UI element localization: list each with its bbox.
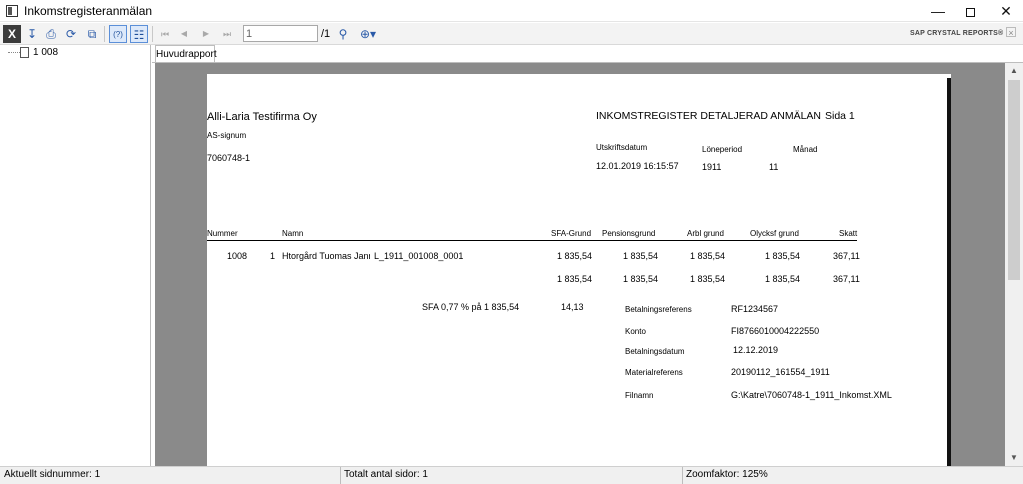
tree-connector xyxy=(8,52,20,53)
org-number: 7060748-1 xyxy=(207,153,251,163)
total-pages-status: Totalt antal sidor: 1 xyxy=(344,469,428,480)
export-icon[interactable]: ↧ xyxy=(23,25,41,43)
period-value: 1911 xyxy=(702,162,722,172)
header-rule xyxy=(207,240,857,241)
zoom-icon[interactable]: ⊕▾ xyxy=(356,25,380,43)
row-pensionsgrund: 1 835,54 xyxy=(623,251,659,261)
column-header: Nummer xyxy=(207,229,238,238)
as-signum-label: AS-signum xyxy=(207,131,247,140)
brand-label: SAP CRYSTAL REPORTS® xyxy=(910,30,1004,37)
column-header: Arbl grund xyxy=(687,229,724,238)
report-title: INKOMSTREGISTER DETALJERAD ANMÄLAN xyxy=(596,110,822,122)
app-icon xyxy=(6,5,18,17)
group-tree-toggle-icon[interactable]: ☷ xyxy=(130,25,148,43)
report-viewer[interactable]: Alli-Laria Testifirma Oy AS-signum 70607… xyxy=(155,63,1005,466)
print-icon[interactable]: ⎙ xyxy=(42,25,60,43)
tab-main-report[interactable]: Huvudrapport xyxy=(155,45,217,63)
page-number-label: Sida 1 xyxy=(825,110,855,122)
column-header: Olycksf grund xyxy=(750,229,799,238)
total-sfa-grund: 1 835,54 xyxy=(557,274,593,284)
row-skatt: 367,11 xyxy=(833,251,860,261)
sfa-note: SFA 0,77 % på 1 835,54 xyxy=(422,302,520,312)
status-divider xyxy=(682,467,683,484)
column-header: Namn xyxy=(282,229,304,238)
find-icon[interactable]: ⚲ xyxy=(334,25,352,43)
payment-ref-label: Betalningsreferens xyxy=(625,305,692,314)
payment-date-value: 12.12.2019 xyxy=(733,345,779,355)
row-number: 1008 xyxy=(227,251,248,261)
refresh-icon[interactable]: ⟳ xyxy=(62,25,80,43)
row-name: Htorgård Tuomas Janne xyxy=(282,251,370,261)
print-date-value: 12.01.2019 16:15:57 xyxy=(596,161,679,171)
page-number-input[interactable] xyxy=(243,25,318,42)
report-page xyxy=(207,78,951,466)
title-bar: Inkomstregisteranmälan — ✕ xyxy=(0,0,1023,22)
period-label: Löneperiod xyxy=(702,145,743,154)
copy-icon[interactable]: ⧉ xyxy=(83,25,101,43)
material-ref-label: Materialreferens xyxy=(625,368,683,377)
zoom-status: Zoomfaktor: 125% xyxy=(686,469,768,480)
scroll-thumb[interactable] xyxy=(1008,80,1020,280)
filename-value: G:\Katre\7060748-1_1911_Inkomst.XML xyxy=(731,390,892,400)
total-skatt: 367,11 xyxy=(833,274,860,284)
filename-label: Filnamn xyxy=(625,391,654,400)
minimize-button[interactable]: — xyxy=(921,0,955,22)
maximize-icon xyxy=(965,7,975,17)
maximize-button[interactable] xyxy=(953,0,987,22)
account-label: Konto xyxy=(625,327,646,336)
toolbar-separator xyxy=(152,26,153,42)
column-header: Pensionsgrund xyxy=(602,229,656,238)
column-header: Skatt xyxy=(839,229,858,238)
total-olycksf-grund: 1 835,54 xyxy=(765,274,801,284)
help-icon[interactable]: (?) xyxy=(109,25,127,43)
last-page-icon[interactable]: ⏭ xyxy=(218,25,236,43)
scroll-up-icon[interactable]: ▲ xyxy=(1005,63,1023,79)
total-arbl-grund: 1 835,54 xyxy=(690,274,726,284)
close-view-button[interactable]: X xyxy=(3,25,21,43)
next-page-icon[interactable]: ▶ xyxy=(197,25,215,43)
column-header: SFA-Grund xyxy=(551,229,592,238)
current-page-status: Aktuellt sidnummer: 1 xyxy=(4,469,101,480)
total-pensionsgrund: 1 835,54 xyxy=(623,274,659,284)
row-seq: 1 xyxy=(270,251,276,261)
print-date-label: Utskriftsdatum xyxy=(596,143,648,152)
tree-item-1008[interactable]: 1 008 xyxy=(33,47,58,58)
previous-page-icon[interactable]: ◀ xyxy=(175,25,193,43)
row-sfa-grund: 1 835,54 xyxy=(557,251,593,261)
scroll-down-icon[interactable]: ▼ xyxy=(1005,450,1023,466)
close-window-button[interactable]: ✕ xyxy=(989,0,1023,22)
month-label: Månad xyxy=(793,145,818,154)
row-reference: L_1911_001008_0001 xyxy=(374,251,464,261)
group-tree-panel: 1 008 xyxy=(0,45,151,466)
document-icon xyxy=(20,47,29,58)
payment-date-label: Betalningsdatum xyxy=(625,347,685,356)
company-name: Alli-Laria Testifirma Oy xyxy=(207,111,317,123)
vertical-scrollbar[interactable]: ▲ ▼ xyxy=(1005,63,1023,466)
material-ref-value: 20190112_161554_1911 xyxy=(731,367,830,377)
status-divider xyxy=(340,467,341,484)
first-page-icon[interactable]: ⏮ xyxy=(156,25,174,43)
status-bar: Aktuellt sidnummer: 1 Totalt antal sidor… xyxy=(0,466,1023,484)
sfa-amount: 14,13 xyxy=(561,302,584,312)
payment-ref-value: RF1234567 xyxy=(731,304,779,314)
toolbar-separator xyxy=(104,26,105,42)
account-value: FI8766010004222550 xyxy=(731,326,820,336)
brand-close-icon[interactable]: × xyxy=(1006,27,1016,38)
toolbar: X ↧ ⎙ ⟳ ⧉ (?) ☷ ⏮ ◀ ▶ ⏭ /1 ⚲ ⊕▾ SAP CRYS… xyxy=(0,23,1023,45)
page-total-label: /1 xyxy=(321,28,331,40)
row-olycksf-grund: 1 835,54 xyxy=(765,251,801,261)
month-value: 11 xyxy=(769,162,779,172)
row-arbl-grund: 1 835,54 xyxy=(690,251,726,261)
window-title: Inkomstregisteranmälan xyxy=(24,4,153,18)
